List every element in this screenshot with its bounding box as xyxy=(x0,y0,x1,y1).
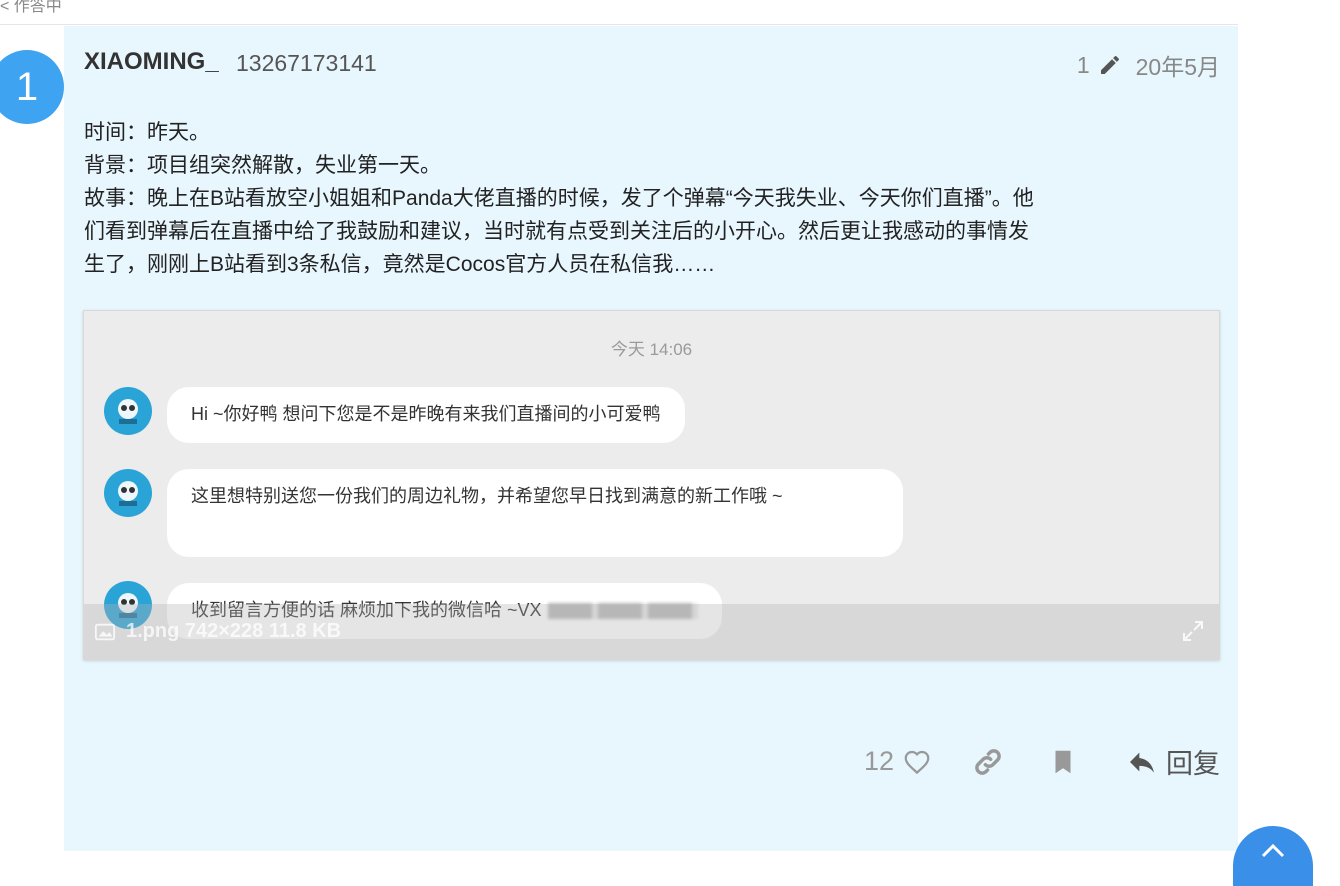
reply-label: 回复 xyxy=(1166,749,1220,779)
reply-arrow-icon xyxy=(1130,752,1154,773)
body-line: 时间：昨天。 xyxy=(84,121,210,144)
chevron-up-icon xyxy=(1261,843,1285,858)
like-button[interactable]: 12 xyxy=(864,746,932,777)
image-caption-bar: 1.png 742×228 11.8 KB xyxy=(84,604,1219,659)
pencil-icon[interactable] xyxy=(1098,53,1122,77)
post-card: XIAOMING_ 13267173141 1 20年5月 时间：昨天。 背景：… xyxy=(64,26,1238,851)
post-body: 时间：昨天。 背景：项目组突然解散，失业第一天。 故事：晚上在B站看放空小姐姐和… xyxy=(84,116,1214,281)
username[interactable]: XIAOMING_ xyxy=(84,48,219,76)
like-count: 12 xyxy=(863,746,894,776)
image-caption: 1.png 742×228 11.8 KB xyxy=(126,620,342,642)
image-icon xyxy=(94,623,116,640)
post-actions: 12 回复 xyxy=(864,742,1220,781)
chat-message: 这里想特别送您一份我们的周边礼物，并希望您早日找到满意的新工作哦 ~ xyxy=(167,469,903,557)
body-line: 们看到弹幕后在直播中给了我鼓励和建议，当时就有点受到关注后的小开心。然后更让我感… xyxy=(84,220,1029,243)
cocos-avatar xyxy=(104,469,152,517)
scroll-to-top-button[interactable] xyxy=(1233,826,1313,886)
heart-icon xyxy=(904,750,930,774)
cocos-logo-icon xyxy=(118,481,138,506)
body-line: 故事：晚上在B站看放空小姐姐和Panda大佬直播的时候，发了个弹幕“今天我失业、… xyxy=(84,187,1034,210)
embedded-image[interactable]: 今天 14:06 Hi ~你好鸭 想问下您是不是昨晚有来我们直播间的小可爱鸭 这… xyxy=(83,310,1220,660)
body-line: 生了，刚刚上B站看到3条私信，竟然是Cocos官方人员在私信我…… xyxy=(84,253,716,276)
reply-button[interactable]: 回复 xyxy=(1126,742,1220,781)
user-phone: 13267173141 xyxy=(236,50,377,76)
body-line: 背景：项目组突然解散，失业第一天。 xyxy=(84,154,441,177)
chat-message: Hi ~你好鸭 想问下您是不是昨晚有来我们直播间的小可爱鸭 xyxy=(167,387,685,443)
cocos-logo-icon xyxy=(118,399,138,424)
post-number-avatar[interactable]: 1 xyxy=(0,50,64,124)
expand-icon[interactable] xyxy=(1181,619,1205,643)
post-date[interactable]: 20年5月 xyxy=(1136,48,1220,82)
chat-timestamp: 今天 14:06 xyxy=(610,340,693,359)
bookmark-icon[interactable] xyxy=(1048,747,1078,777)
edit-count[interactable]: 1 xyxy=(1077,52,1090,79)
post-number: 1 xyxy=(0,50,64,124)
cocos-avatar xyxy=(104,387,152,435)
breadcrumb[interactable]: < 作答中 xyxy=(0,0,62,16)
link-icon[interactable] xyxy=(972,746,1004,778)
post-meta: 1 20年5月 xyxy=(1077,48,1220,82)
divider xyxy=(0,24,1238,25)
